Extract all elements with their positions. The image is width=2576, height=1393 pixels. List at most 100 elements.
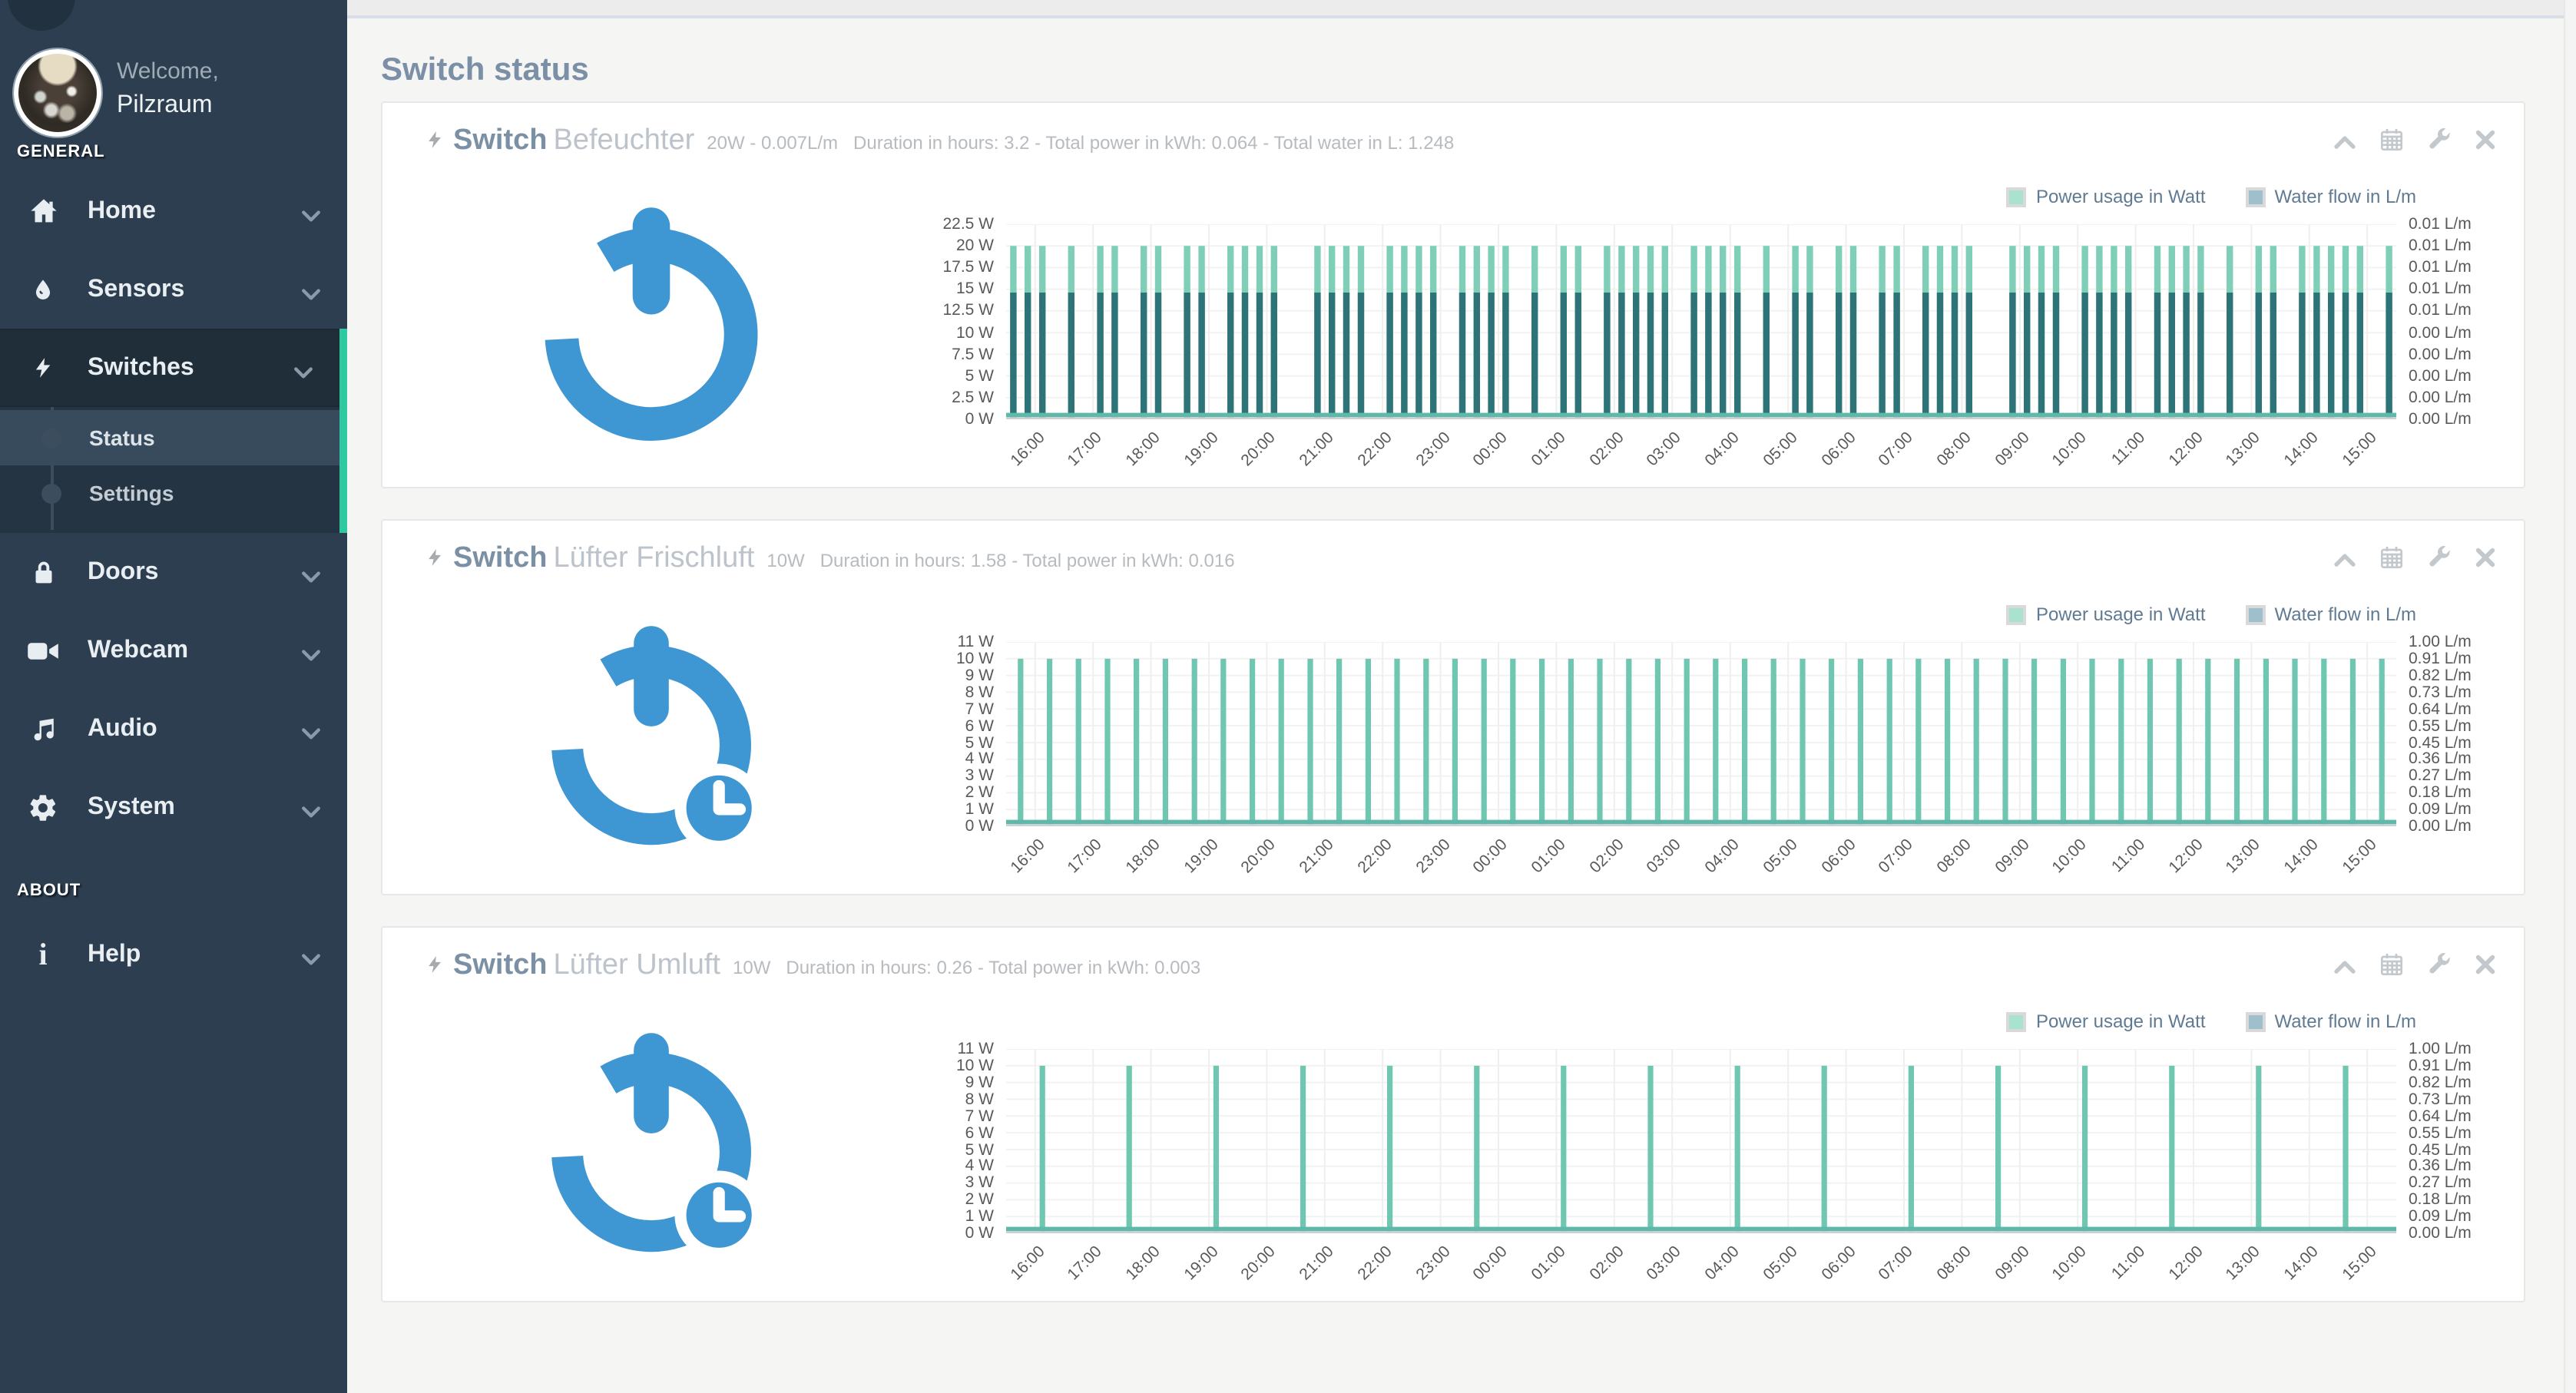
calendar-button[interactable]	[2379, 127, 2404, 160]
main-content: Switch status SwitchBefeuchter20W - 0.00…	[347, 0, 2576, 1393]
x-axis-label: 12:00	[2165, 1242, 2207, 1284]
x-axis-label: 17:00	[1065, 428, 1106, 470]
legend-item[interactable]: Power usage in Watt	[2007, 604, 2206, 625]
collapse-button[interactable]	[2333, 545, 2356, 577]
x-axis-label: 13:00	[2223, 1242, 2264, 1284]
power-toggle[interactable]	[382, 167, 920, 478]
legend-item[interactable]: Power usage in Watt	[2007, 186, 2206, 207]
y-tick-label: 2 W	[965, 783, 994, 802]
legend-item[interactable]: Water flow in L/m	[2246, 1011, 2417, 1032]
legend-swatch-icon	[2007, 604, 2027, 624]
sidebar-item-label: Doors	[88, 558, 158, 586]
y-tick-label: 0.73 L/m	[2409, 1090, 2472, 1108]
y-tick-label: 9 W	[965, 667, 994, 685]
wrench-icon	[2427, 545, 2452, 577]
y-tick-label: 0.01 L/m	[2409, 280, 2472, 299]
x-axis-label: 16:00	[1007, 1242, 1048, 1284]
power-icon	[527, 194, 776, 451]
x-axis-label: 03:00	[1644, 835, 1685, 877]
x-axis-label: 21:00	[1296, 835, 1338, 877]
calendar-icon	[2379, 952, 2404, 984]
close-button[interactable]	[2475, 545, 2496, 577]
x-axis-label: 08:00	[1933, 1242, 1975, 1284]
power-toggle[interactable]	[382, 992, 920, 1292]
x-axis-label: 23:00	[1412, 428, 1453, 470]
card-type-label: Switch	[453, 542, 547, 574]
sidebar-item-home[interactable]: Home	[0, 172, 347, 250]
x-axis-label: 09:00	[1992, 835, 2033, 877]
x-axis-label: 18:00	[1122, 428, 1164, 470]
legend-swatch-icon	[2007, 1011, 2027, 1031]
subnav-item-status[interactable]: Status	[0, 410, 339, 465]
y-tick-label: 0.36 L/m	[2409, 750, 2472, 769]
legend-item[interactable]: Power usage in Watt	[2007, 1011, 2206, 1032]
subnav-item-settings[interactable]: Settings	[0, 465, 339, 521]
y-tick-label: 4 W	[965, 750, 994, 769]
y-tick-label: 0.91 L/m	[2409, 1057, 2472, 1075]
y-tick-label: 0.00 L/m	[2409, 345, 2472, 363]
configure-button[interactable]	[2427, 952, 2452, 984]
chevron-down-icon	[301, 947, 321, 974]
sidebar-item-label: Webcam	[88, 637, 188, 664]
x-axis-label: 14:00	[2281, 835, 2323, 877]
sidebar-item-label: Help	[88, 941, 141, 968]
y-tick-label: 10 W	[956, 1057, 994, 1075]
y-tick-label: 3 W	[965, 1174, 994, 1193]
x-axis-label: 15:00	[2339, 428, 2380, 470]
card-header: SwitchLüfter Umluft10WDuration in hours:…	[382, 928, 2524, 992]
close-icon	[2475, 129, 2496, 158]
y-tick-label: 6 W	[965, 716, 994, 735]
legend-item[interactable]: Water flow in L/m	[2246, 604, 2417, 625]
sidebar-item-audio[interactable]: Audio	[0, 690, 347, 768]
x-axis-label: 15:00	[2339, 1242, 2380, 1284]
configure-button[interactable]	[2427, 127, 2452, 160]
wrench-icon	[2427, 952, 2452, 984]
x-axis-label: 04:00	[1702, 428, 1743, 470]
sidebar-item-doors[interactable]: Doors	[0, 533, 347, 611]
legend-swatch-icon	[2246, 187, 2266, 207]
about-label: ABOUT	[17, 882, 81, 900]
sidebar-item-sensors[interactable]: Sensors	[0, 250, 347, 329]
sidebar-item-help[interactable]: iHelp	[0, 915, 347, 994]
close-button[interactable]	[2475, 127, 2496, 160]
x-axis-label: 22:00	[1354, 1242, 1396, 1284]
y-tick-label: 0.09 L/m	[2409, 1207, 2472, 1226]
x-axis-label: 03:00	[1644, 1242, 1685, 1284]
camera-icon	[26, 637, 60, 664]
y-tick-label: 0 W	[965, 817, 994, 835]
y-tick-label: 5 W	[965, 367, 994, 385]
chart: Power usage in WattWater flow in L/m11 W…	[920, 992, 2511, 1292]
x-axis-label: 11:00	[2108, 1242, 2149, 1283]
legend-item[interactable]: Water flow in L/m	[2246, 186, 2417, 207]
chart-plot	[1006, 224, 2396, 419]
x-axis-label: 05:00	[1760, 835, 1801, 877]
x-axis-label: 16:00	[1007, 835, 1048, 877]
card-switch-name: Lüfter Frischluft	[553, 542, 754, 574]
sidebar-item-switches[interactable]: Switches	[0, 329, 339, 407]
sidebar-item-webcam[interactable]: Webcam	[0, 611, 347, 690]
y-tick-label: 0.45 L/m	[2409, 733, 2472, 752]
x-axis-label: 00:00	[1470, 1242, 1511, 1284]
configure-button[interactable]	[2427, 545, 2452, 577]
calendar-button[interactable]	[2379, 952, 2404, 984]
calendar-button[interactable]	[2379, 545, 2404, 577]
y-tick-label: 22.5 W	[942, 215, 994, 233]
x-axis-label: 19:00	[1180, 1242, 1222, 1284]
x-axis-label: 08:00	[1933, 835, 1975, 877]
collapse-button[interactable]	[2333, 127, 2356, 160]
y-tick-label: 0.36 L/m	[2409, 1157, 2472, 1176]
x-axis-label: 11:00	[2108, 835, 2149, 876]
switch-card: SwitchLüfter Frischluft10WDuration in ho…	[381, 519, 2525, 895]
collapse-button[interactable]	[2333, 952, 2356, 984]
y-tick-label: 0.01 L/m	[2409, 302, 2472, 320]
sidebar-item-system[interactable]: System	[0, 768, 347, 846]
x-axis: 16:0017:0018:0019:0020:0021:0022:0023:00…	[1006, 1233, 2396, 1292]
x-axis-label: 14:00	[2281, 428, 2323, 470]
power-toggle[interactable]	[382, 585, 920, 885]
welcome-block: Welcome, Pilzraum	[117, 55, 219, 123]
x-axis-label: 04:00	[1702, 835, 1743, 877]
switch-cards: SwitchBefeuchter20W - 0.007L/mDuration i…	[381, 101, 2525, 1333]
calendar-icon	[2379, 127, 2404, 160]
scrollbar[interactable]	[2564, 0, 2576, 1393]
close-button[interactable]	[2475, 952, 2496, 984]
